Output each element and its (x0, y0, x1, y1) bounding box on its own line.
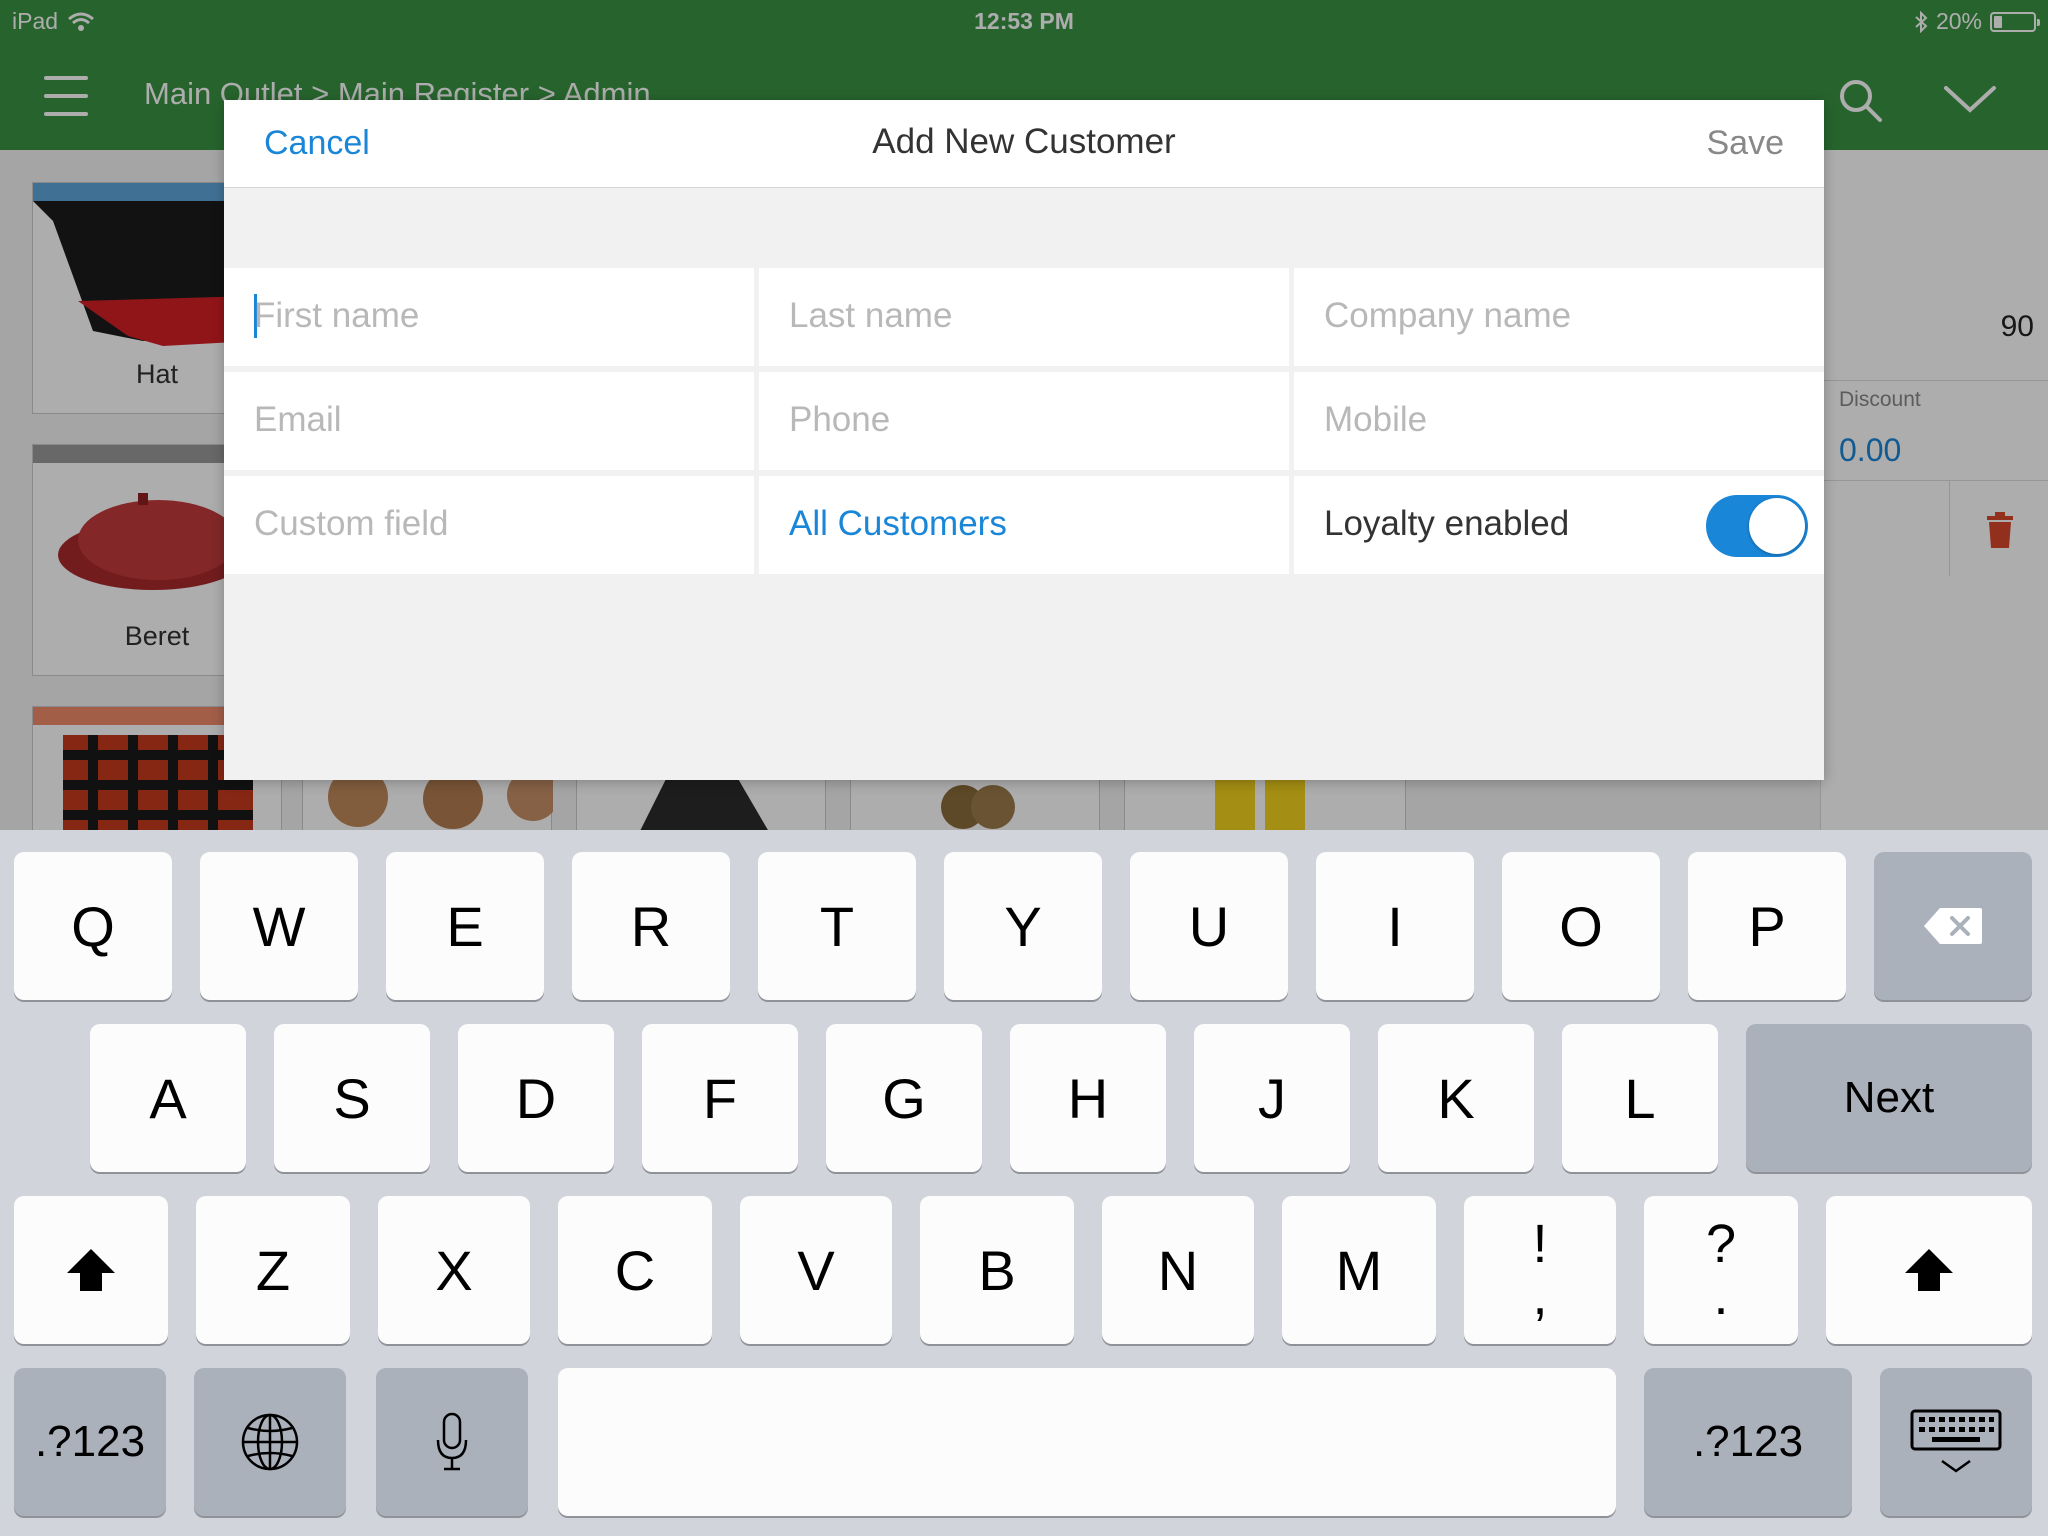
key-b[interactable]: B (920, 1196, 1074, 1344)
phone-placeholder: Phone (789, 400, 891, 439)
next-key[interactable]: Next (1746, 1024, 2032, 1172)
globe-icon (241, 1413, 299, 1471)
key-e[interactable]: E (386, 852, 544, 1000)
custom-field-placeholder: Custom field (254, 504, 449, 543)
microphone-icon (436, 1412, 468, 1471)
key-n[interactable]: N (1102, 1196, 1254, 1344)
key-question-period[interactable]: ? . (1644, 1196, 1798, 1344)
key-z[interactable]: Z (196, 1196, 350, 1344)
dialog-title: Add New Customer (872, 122, 1176, 161)
key-j[interactable]: J (1194, 1024, 1350, 1172)
mobile-field[interactable]: Mobile (1294, 372, 1824, 470)
backspace-icon (1924, 908, 1982, 944)
shift-icon (67, 1249, 115, 1291)
keyboard-dismiss-icon (1910, 1409, 2002, 1473)
key-y[interactable]: Y (944, 852, 1102, 1000)
first-name-placeholder: First name (254, 296, 420, 335)
key-top-char: ! (1532, 1214, 1548, 1274)
key-bottom-char: . (1713, 1266, 1729, 1326)
dictation-key[interactable] (376, 1368, 528, 1516)
loyalty-toggle[interactable] (1706, 495, 1808, 557)
phone-field[interactable]: Phone (759, 372, 1289, 470)
key-s[interactable]: S (274, 1024, 430, 1172)
key-o[interactable]: O (1502, 852, 1660, 1000)
customer-group-selector[interactable]: All Customers (759, 476, 1289, 574)
custom-field[interactable]: Custom field (224, 476, 754, 574)
key-r[interactable]: R (572, 852, 730, 1000)
key-d[interactable]: D (458, 1024, 614, 1172)
key-i[interactable]: I (1316, 852, 1474, 1000)
dismiss-keyboard-key[interactable] (1880, 1368, 2032, 1516)
email-field[interactable]: Email (224, 372, 754, 470)
toggle-knob (1749, 498, 1805, 554)
shift-key-right[interactable] (1826, 1196, 2032, 1344)
numbers-key-right[interactable]: .?123 (1644, 1368, 1852, 1516)
mobile-placeholder: Mobile (1324, 400, 1428, 439)
globe-key[interactable] (194, 1368, 346, 1516)
key-bottom-char: , (1532, 1266, 1548, 1326)
key-k[interactable]: K (1378, 1024, 1534, 1172)
email-placeholder: Email (254, 400, 342, 439)
key-g[interactable]: G (826, 1024, 982, 1172)
customer-group-value: All Customers (789, 504, 1007, 543)
last-name-field[interactable]: Last name (759, 268, 1289, 366)
company-name-placeholder: Company name (1324, 296, 1572, 335)
numbers-key-left[interactable]: .?123 (14, 1368, 166, 1516)
last-name-placeholder: Last name (789, 296, 953, 335)
key-v[interactable]: V (740, 1196, 892, 1344)
space-key[interactable] (558, 1368, 1616, 1516)
onscreen-keyboard: Q W E R T Y U I O P A S D F G H J K L Ne… (0, 830, 2048, 1536)
loyalty-row: Loyalty enabled (1294, 476, 1824, 574)
key-l[interactable]: L (1562, 1024, 1718, 1172)
add-customer-dialog: Cancel Add New Customer Save First name … (224, 100, 1824, 780)
shift-icon (1905, 1249, 1953, 1291)
key-m[interactable]: M (1282, 1196, 1436, 1344)
save-button[interactable]: Save (1707, 124, 1785, 163)
key-q[interactable]: Q (14, 852, 172, 1000)
key-p[interactable]: P (1688, 852, 1846, 1000)
key-a[interactable]: A (90, 1024, 246, 1172)
key-exclamation-comma[interactable]: ! , (1464, 1196, 1616, 1344)
key-u[interactable]: U (1130, 852, 1288, 1000)
loyalty-label: Loyalty enabled (1324, 504, 1570, 543)
shift-key-left[interactable] (14, 1196, 168, 1344)
key-t[interactable]: T (758, 852, 916, 1000)
key-w[interactable]: W (200, 852, 358, 1000)
key-legend: ? . (1705, 1214, 1737, 1326)
key-c[interactable]: C (558, 1196, 712, 1344)
key-legend: ! , (1532, 1214, 1548, 1326)
key-f[interactable]: F (642, 1024, 798, 1172)
key-h[interactable]: H (1010, 1024, 1166, 1172)
dialog-header: Cancel Add New Customer Save (224, 100, 1824, 188)
key-top-char: ? (1705, 1214, 1737, 1274)
company-name-field[interactable]: Company name (1294, 268, 1824, 366)
key-x[interactable]: X (378, 1196, 530, 1344)
first-name-field[interactable]: First name (224, 268, 754, 366)
backspace-key[interactable] (1874, 852, 2032, 1000)
